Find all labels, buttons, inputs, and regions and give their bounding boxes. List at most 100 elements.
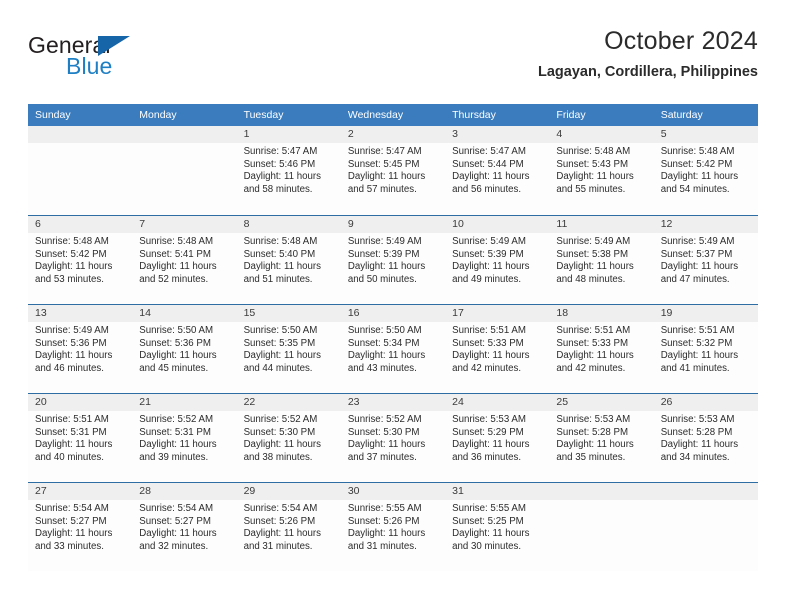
- calendar-day-cell[interactable]: 28 Sunrise: 5:54 AM Sunset: 5:27 PM Dayligh…: [132, 483, 237, 571]
- day-info-line: Sunset: 5:43 PM: [556, 158, 629, 170]
- day-number: 24: [445, 394, 550, 411]
- day-info-line: Sunrise: 5:55 AM: [452, 503, 526, 514]
- day-info-line: and 33 minutes.: [35, 540, 104, 552]
- calendar-day-cell[interactable]: 29 Sunrise: 5:54 AM Sunset: 5:26 PM Dayligh…: [236, 483, 341, 571]
- calendar-day-cell[interactable]: 5 Sunrise: 5:48 AM Sunset: 5:42 PM Daylight…: [653, 126, 758, 215]
- day-info-line: and 57 minutes.: [347, 183, 417, 195]
- day-info-line: Daylight: 11 hours: [243, 528, 321, 540]
- calendar-day-cell[interactable]: 31 Sunrise: 5:55 AM Sunset: 5:25 PM Dayligh…: [445, 483, 550, 571]
- day-sun-info: Sunrise: 5:54 AM Sunset: 5:27 PM Daylight:…: [28, 500, 132, 553]
- calendar-day-cell[interactable]: 8 Sunrise: 5:48 AM Sunset: 5:40 PM Daylight…: [236, 216, 341, 304]
- day-info-line: Sunset: 5:39 PM: [452, 248, 524, 260]
- page-title: October 2024: [604, 27, 758, 55]
- day-sun-info: Sunrise: 5:55 AM Sunset: 5:26 PM Daylight:…: [341, 500, 445, 553]
- day-info-line: Daylight: 11 hours: [347, 171, 426, 183]
- day-sun-info: Sunrise: 5:52 AM Sunset: 5:30 PM Daylight:…: [237, 411, 341, 464]
- day-info-line: Daylight: 11 hours: [660, 171, 739, 183]
- calendar-day-cell[interactable]: 25 Sunrise: 5:53 AM Sunset: 5:28 PM Dayligh…: [549, 394, 654, 482]
- calendar-day-cell[interactable]: 21 Sunrise: 5:52 AM Sunset: 5:31 PM Dayligh…: [132, 394, 237, 482]
- day-number: 19: [653, 305, 758, 322]
- weekday-header-tuesday: Tuesday: [243, 109, 284, 121]
- calendar-day-cell[interactable]: 30 Sunrise: 5:55 AM Sunset: 5:26 PM Dayligh…: [340, 483, 446, 571]
- weekday-header-wednesday: Wednesday: [347, 109, 404, 121]
- calendar-day-cell[interactable]: 19 Sunrise: 5:51 AM Sunset: 5:32 PM Dayligh…: [653, 305, 758, 393]
- day-info-line: and 47 minutes.: [660, 273, 730, 285]
- calendar-day-cell[interactable]: 6 Sunrise: 5:48 AM Sunset: 5:42 PM Daylight…: [28, 216, 133, 304]
- logo-text-blue: Blue: [66, 53, 113, 79]
- day-info-line: Daylight: 11 hours: [35, 261, 113, 273]
- day-number: 5: [653, 126, 758, 143]
- day-info-line: Daylight: 11 hours: [35, 528, 113, 540]
- calendar-day-cell[interactable]: 9 Sunrise: 5:49 AM Sunset: 5:39 PM Daylight…: [340, 216, 446, 304]
- day-sun-info: Sunrise: 5:49 AM Sunset: 5:39 PM Daylight:…: [341, 233, 445, 286]
- calendar-week-row: 13 Sunrise: 5:49 AM Sunset: 5:36 PM Dayligh…: [28, 304, 758, 393]
- calendar-day-cell[interactable]: 26 Sunrise: 5:53 AM Sunset: 5:28 PM Dayligh…: [653, 394, 758, 482]
- calendar-week-row: 1 Sunrise: 5:47 AM Sunset: 5:46 PM Daylight…: [28, 126, 758, 215]
- day-number: 10: [445, 216, 550, 233]
- day-sun-info: Sunrise: 5:47 AM Sunset: 5:45 PM Daylight:…: [341, 143, 445, 196]
- calendar-day-cell[interactable]: 22 Sunrise: 5:52 AM Sunset: 5:30 PM Dayligh…: [236, 394, 341, 482]
- day-number: 29: [236, 483, 341, 500]
- calendar-day-cell[interactable]: 20 Sunrise: 5:51 AM Sunset: 5:31 PM Dayligh…: [28, 394, 133, 482]
- calendar-day-cell[interactable]: 11 Sunrise: 5:49 AM Sunset: 5:38 PM Dayligh…: [549, 216, 654, 304]
- day-info-line: Sunset: 5:26 PM: [347, 515, 420, 527]
- day-number: 1: [236, 126, 341, 143]
- calendar-day-cell-empty: [28, 126, 133, 215]
- calendar-day-cell[interactable]: 17 Sunrise: 5:51 AM Sunset: 5:33 PM Dayligh…: [445, 305, 550, 393]
- day-info-line: Sunrise: 5:50 AM: [139, 325, 214, 336]
- calendar-day-cell[interactable]: 24 Sunrise: 5:53 AM Sunset: 5:29 PM Dayligh…: [445, 394, 550, 482]
- calendar-day-cell[interactable]: 7 Sunrise: 5:48 AM Sunset: 5:41 PM Daylight…: [132, 216, 237, 304]
- day-info-line: Sunrise: 5:47 AM: [243, 146, 318, 157]
- day-info-line: and 53 minutes.: [35, 273, 104, 285]
- calendar-day-cell[interactable]: 18 Sunrise: 5:51 AM Sunset: 5:33 PM Dayligh…: [549, 305, 654, 393]
- calendar-day-cell[interactable]: 13 Sunrise: 5:49 AM Sunset: 5:36 PM Dayligh…: [28, 305, 133, 393]
- day-sun-info: Sunrise: 5:50 AM Sunset: 5:36 PM Daylight:…: [132, 322, 236, 375]
- day-info-line: Daylight: 11 hours: [139, 439, 217, 451]
- weekday-header-saturday: Saturday: [660, 109, 703, 121]
- day-number: 23: [340, 394, 446, 411]
- day-number: 18: [549, 305, 654, 322]
- day-info-line: Sunrise: 5:51 AM: [660, 325, 735, 336]
- day-sun-info: Sunrise: 5:51 AM Sunset: 5:33 PM Daylight:…: [445, 322, 549, 375]
- day-info-line: and 36 minutes.: [452, 451, 522, 463]
- calendar-page: General Blue October 2024 Lagayan, Cordi…: [0, 0, 792, 612]
- calendar-day-cell[interactable]: 14 Sunrise: 5:50 AM Sunset: 5:36 PM Dayligh…: [132, 305, 237, 393]
- calendar-day-cell[interactable]: 27 Sunrise: 5:54 AM Sunset: 5:27 PM Dayligh…: [28, 483, 133, 571]
- day-info-line: and 51 minutes.: [243, 273, 313, 285]
- day-number: 16: [340, 305, 446, 322]
- calendar-day-cell[interactable]: 10 Sunrise: 5:49 AM Sunset: 5:39 PM Dayligh…: [445, 216, 550, 304]
- day-info-line: Sunset: 5:30 PM: [347, 426, 420, 438]
- day-info-line: and 38 minutes.: [243, 451, 313, 463]
- day-sun-info: Sunrise: 5:48 AM Sunset: 5:43 PM Daylight:…: [549, 143, 653, 196]
- day-info-line: Sunrise: 5:47 AM: [347, 146, 422, 157]
- day-info-line: Sunrise: 5:49 AM: [35, 325, 109, 336]
- day-info-line: Sunrise: 5:49 AM: [660, 236, 735, 247]
- day-sun-info: Sunrise: 5:51 AM Sunset: 5:33 PM Daylight:…: [549, 322, 653, 375]
- calendar-day-cell[interactable]: 1 Sunrise: 5:47 AM Sunset: 5:46 PM Daylight…: [236, 126, 341, 215]
- day-info-line: Sunset: 5:36 PM: [139, 337, 211, 349]
- day-info-line: and 46 minutes.: [35, 362, 104, 374]
- day-info-line: Sunset: 5:32 PM: [660, 337, 733, 349]
- calendar-day-cell[interactable]: 15 Sunrise: 5:50 AM Sunset: 5:35 PM Dayligh…: [236, 305, 341, 393]
- calendar-week-row: 20 Sunrise: 5:51 AM Sunset: 5:31 PM Dayligh…: [28, 393, 758, 482]
- day-info-line: and 37 minutes.: [347, 451, 417, 463]
- calendar-day-cell[interactable]: 23 Sunrise: 5:52 AM Sunset: 5:30 PM Dayligh…: [340, 394, 446, 482]
- calendar-day-cell[interactable]: 12 Sunrise: 5:49 AM Sunset: 5:37 PM Dayligh…: [653, 216, 758, 304]
- day-number: 31: [445, 483, 550, 500]
- calendar-day-cell[interactable]: 16 Sunrise: 5:50 AM Sunset: 5:34 PM Dayligh…: [340, 305, 446, 393]
- day-info-line: Sunrise: 5:49 AM: [556, 236, 631, 247]
- day-info-line: Daylight: 11 hours: [660, 439, 739, 451]
- general-blue-logo[interactable]: General Blue: [28, 32, 208, 88]
- day-sun-info: Sunrise: 5:52 AM Sunset: 5:31 PM Daylight:…: [132, 411, 236, 464]
- day-number: 17: [445, 305, 550, 322]
- calendar-day-cell[interactable]: 2 Sunrise: 5:47 AM Sunset: 5:45 PM Daylight…: [340, 126, 446, 215]
- calendar-day-cell[interactable]: 4 Sunrise: 5:48 AM Sunset: 5:43 PM Daylight…: [549, 126, 654, 215]
- day-info-line: Sunset: 5:40 PM: [243, 248, 316, 260]
- calendar-day-cell[interactable]: 3 Sunrise: 5:47 AM Sunset: 5:44 PM Daylight…: [445, 126, 550, 215]
- calendar-week-row: 6 Sunrise: 5:48 AM Sunset: 5:42 PM Daylight…: [28, 215, 758, 304]
- day-number: [132, 126, 237, 143]
- calendar-day-cell-empty: [549, 483, 654, 571]
- day-info-line: and 42 minutes.: [556, 362, 626, 374]
- day-info-line: Sunrise: 5:48 AM: [660, 146, 735, 157]
- day-info-line: Daylight: 11 hours: [35, 350, 113, 362]
